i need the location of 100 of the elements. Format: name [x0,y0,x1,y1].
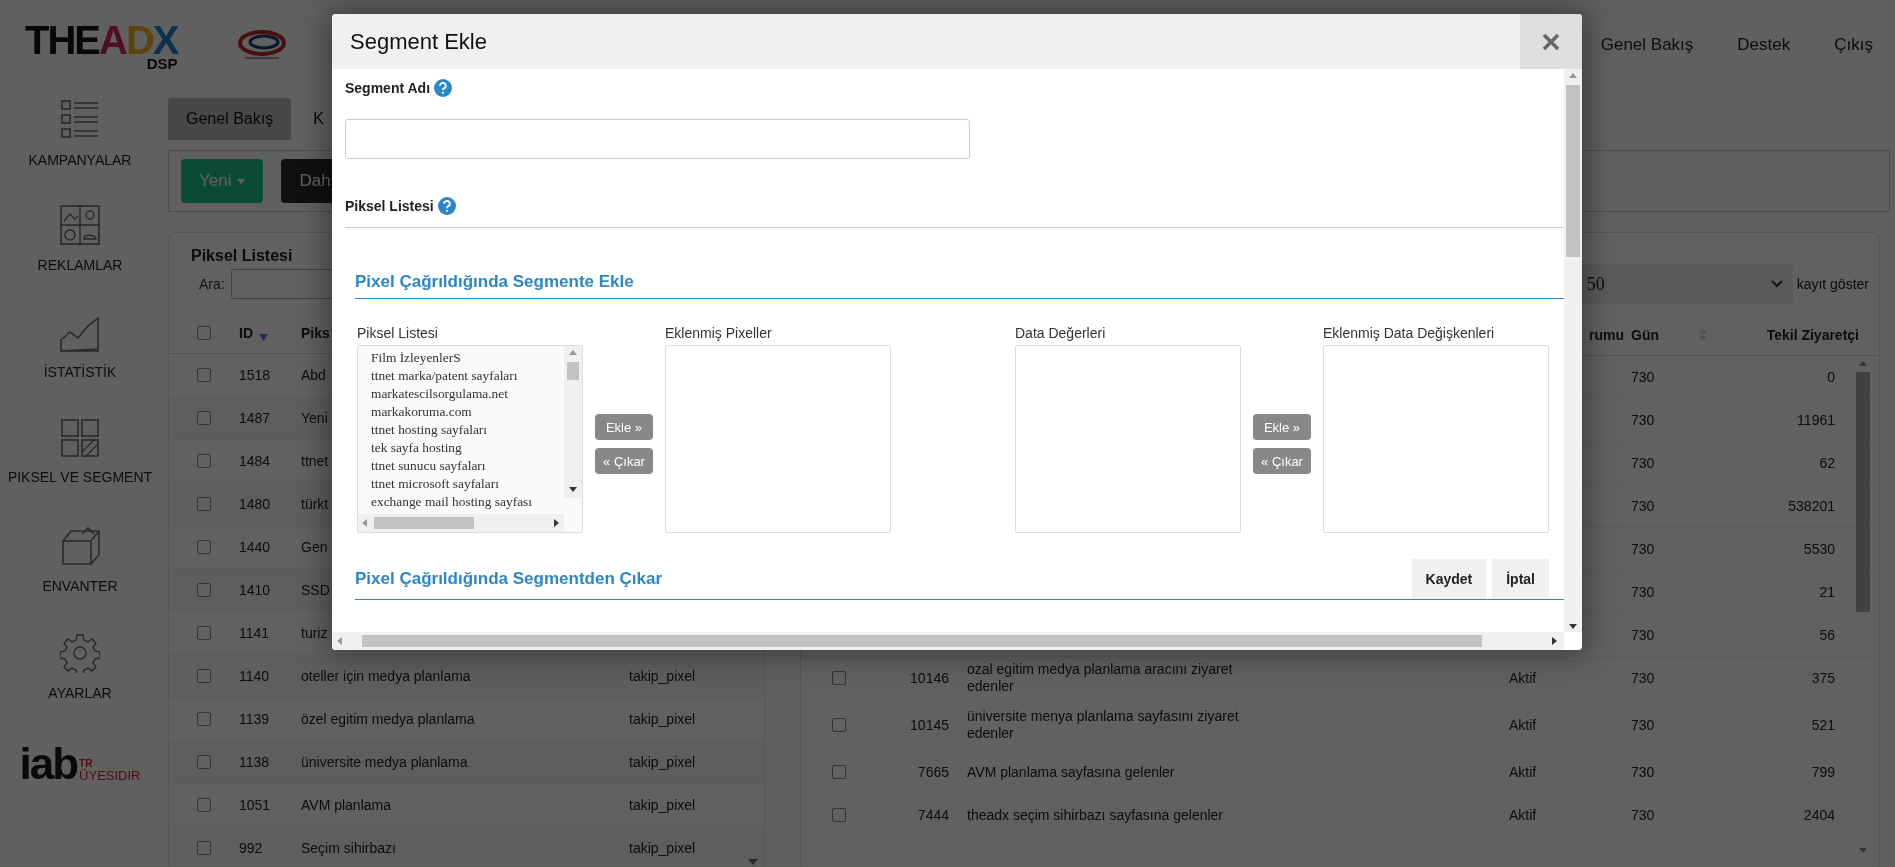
table-cell: 1141 [239,625,270,641]
table-cell: ttnet [301,453,329,469]
table-cell: 730 [1631,498,1655,514]
add-button[interactable]: Ekle » [595,414,653,440]
table-cell: 7444 [917,807,949,823]
table-cell: Abd [301,367,326,383]
panel-title: Piksel Listesi [191,247,294,265]
table-cell: 730 [1631,717,1655,733]
checkbox[interactable] [197,454,211,468]
list-box[interactable] [357,345,583,533]
checkbox[interactable] [197,626,211,640]
sidebar-item[interactable]: ENVANTER [42,518,118,625]
nav-link[interactable]: Destek [1735,31,1793,59]
partner-logo-icon [237,29,288,61]
toolbar-button[interactable]: Yeni [181,159,264,203]
table-cell: 5530 [1803,541,1835,557]
list-item[interactable]: ttnet hosting sayfaları [371,421,488,439]
checkbox[interactable] [832,765,846,779]
list-item[interactable]: ttnet marka/patent sayfaları [371,367,518,385]
table-cell: 730 [1631,412,1655,428]
remove-button[interactable]: « Çıkar [1253,448,1311,474]
column-header[interactable]: Tekil Ziyaretçi [1766,327,1859,343]
table-cell: 1139 [239,711,270,727]
field-label: Segment Adı [345,80,431,96]
table-cell: turiz [301,625,328,641]
table-cell-text: ozal egitim medya planlama aracını ziyaret edenler [967,661,1234,695]
table-cell: özel egitim medya planlama [301,711,475,727]
remove-button[interactable]: « Çıkar [595,448,653,474]
checkbox[interactable] [832,808,846,822]
list-item[interactable]: ttnet microsoft sayfaları [371,475,499,493]
checkbox[interactable] [197,368,211,382]
search-label: Ara: [199,276,225,292]
table-cell: 7665 [917,764,949,780]
sort-icon[interactable] [259,333,268,341]
column-header[interactable]: Piks [301,325,330,341]
checkbox[interactable] [197,497,211,511]
table-cell: üniversite medya planlama [301,754,468,770]
list-item[interactable]: Film İzleyenlerS [371,349,461,367]
action-button[interactable]: İptal [1492,559,1549,599]
list-item[interactable]: tek sayfa hosting [371,439,462,457]
table-cell: 1440 [239,539,271,555]
checkbox[interactable] [197,326,211,340]
list-item[interactable]: markatescilsorgulama.net [371,385,508,403]
dialog-title: Segment Ekle [349,28,488,55]
image-grid-icon [60,205,100,245]
list-item[interactable]: ttnet sunucu sayfaları [371,457,486,475]
sidebar-item[interactable]: KAMPANYALAR [28,90,132,197]
table-cell: 730 [1631,764,1655,780]
segment-name-field[interactable] [345,119,970,159]
table-cell: 1480 [239,496,271,512]
table-cell: 730 [1631,627,1655,643]
sidebar-item[interactable]: İSTATİSTİK [43,304,117,411]
list-label: Data Değerleri [1015,325,1107,341]
table-cell: Aktif [1509,670,1537,686]
checkbox[interactable] [832,718,846,732]
table-cell: 1410 [239,582,271,598]
checkbox[interactable] [197,712,211,726]
page-size-label: kayıt göster [1796,276,1869,292]
table-cell: 56 [1819,627,1835,643]
tab[interactable]: Genel Bakış [168,98,292,140]
sidebar-item[interactable]: REKLAMLAR [37,197,123,304]
table-cell: 730 [1631,584,1655,600]
table-cell: 11961 [1797,412,1835,428]
nav-link[interactable]: Genel Bakış [1598,31,1696,59]
checkbox[interactable] [197,583,211,597]
chevron-down-icon [1770,280,1783,288]
sidebar-item[interactable]: PIKSEL VE SEGMENT [7,411,153,518]
checkbox[interactable] [197,841,211,855]
checkbox[interactable] [197,411,211,425]
column-header[interactable]: rumu [1589,327,1624,343]
table-cell: 1138 [239,754,270,770]
checkbox[interactable] [197,798,211,812]
table-cell: 0 [1827,369,1835,385]
section-title: Pixel Çağrıldığında Segmente Ekle [355,272,634,292]
checkbox[interactable] [832,671,846,685]
add-button[interactable]: Ekle » [1253,414,1311,440]
section-title: Pixel Çağrıldığında Segmentden Çıkar [355,569,663,589]
table-cell: Yeni [301,410,328,426]
nav-link[interactable]: Çıkış [1832,31,1875,59]
table-cell: theadx seçim sihirbazı sayfasına gelenler [967,806,1224,824]
table-cell: 1487 [239,410,271,426]
checkbox[interactable] [197,669,211,683]
column-header[interactable]: Gün [1631,327,1659,343]
page-size-select[interactable]: 50 [1580,264,1793,304]
checkbox[interactable] [197,540,211,554]
checkbox[interactable] [197,755,211,769]
table-cell: türkt [301,496,329,512]
close-button[interactable] [1520,14,1582,69]
list-item[interactable]: markakoruma.com [371,403,472,421]
help-icon[interactable] [434,79,453,97]
table-cell: 1051 [239,797,271,813]
column-header[interactable]: ID [239,325,253,341]
list-label: Piksel Listesi [357,325,439,341]
scroll-down-icon[interactable] [748,859,758,865]
list-item[interactable]: exchange mail hosting sayfası [371,493,532,511]
help-icon[interactable] [437,197,456,215]
table-cell: 730 [1631,541,1655,557]
action-button[interactable]: Kaydet [1411,559,1487,599]
table-cell: takip_pixel [629,668,696,684]
sidebar-item[interactable]: AYARLAR [48,625,112,732]
